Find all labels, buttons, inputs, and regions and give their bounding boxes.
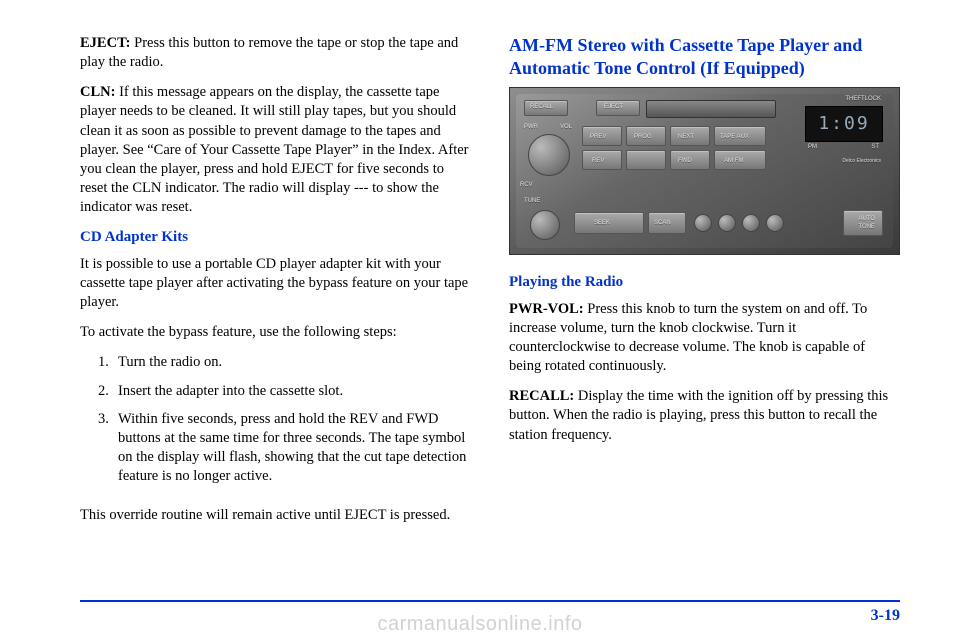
btn5: [626, 150, 666, 170]
tune-knob: [530, 210, 560, 240]
scan-label: SCAN: [654, 220, 671, 228]
rev-label: REV: [592, 158, 604, 166]
fwd-label: FWD: [678, 158, 692, 166]
display-value: 1:09: [818, 112, 869, 136]
footer-rule: [80, 600, 900, 602]
tune-label: TUNE: [524, 198, 540, 206]
st-label: ST: [871, 144, 879, 152]
eject-label: EJECT:: [80, 35, 131, 51]
recall-label: RECALL: [530, 104, 553, 112]
recall-label-p: RECALL:: [509, 388, 574, 404]
seek-label: SEEK: [594, 220, 610, 228]
amfm-label: AM FM: [724, 158, 743, 166]
eject-text: Press this button to remove the tape or …: [80, 35, 458, 70]
step-text: Within five seconds, press and hold the …: [118, 410, 471, 487]
heading-playing-radio: Playing the Radio: [509, 273, 900, 293]
para-cd1: It is possible to use a portable CD play…: [80, 255, 471, 312]
brand-label: Delco Electronics: [842, 158, 881, 165]
para-pwrvol: PWR-VOL: Press this knob to turn the sys…: [509, 300, 900, 377]
para-override: This override routine will remain active…: [80, 506, 471, 525]
rcv-label: RCV: [520, 182, 533, 190]
para-eject: EJECT: Press this button to remove the t…: [80, 34, 471, 72]
vol-label: VOL: [560, 124, 572, 132]
left-column: EJECT: Press this button to remove the t…: [80, 34, 471, 536]
right-column: AM-FM Stereo with Cassette Tape Player a…: [509, 34, 900, 536]
step-text: Insert the adapter into the cassette slo…: [118, 382, 343, 401]
heading-main: AM-FM Stereo with Cassette Tape Player a…: [509, 34, 900, 79]
tone-knob-3: [742, 214, 760, 232]
step-item: 3. Within five seconds, press and hold t…: [98, 410, 471, 487]
radio-image: RECALL EJECT THEFTLOCK 1:09 PM ST Delco …: [509, 87, 900, 255]
radio-panel: RECALL EJECT THEFTLOCK 1:09 PM ST Delco …: [516, 94, 893, 248]
para-cd2: To activate the bypass feature, use the …: [80, 323, 471, 342]
step-number: 2.: [98, 382, 118, 401]
tone-knob-4: [766, 214, 784, 232]
tone-knob-2: [718, 214, 736, 232]
pwr-vol-knob: [528, 134, 570, 176]
prev-label: PREV: [590, 134, 606, 142]
auto-tone-label: AUTO TONE: [858, 216, 875, 232]
tape-label: TAPE AUX: [720, 134, 749, 142]
step-item: 1. Turn the radio on.: [98, 353, 471, 372]
para-recall: RECALL: Display the time with the igniti…: [509, 387, 900, 444]
step-number: 3.: [98, 410, 118, 487]
theftlock-label: THEFTLOCK: [845, 96, 881, 104]
prog-label: PROG: [634, 134, 652, 142]
step-text: Turn the radio on.: [118, 353, 222, 372]
eject-label-btn: EJECT: [604, 104, 623, 112]
cassette-slot: [646, 100, 776, 118]
next-label: NEXT: [678, 134, 694, 142]
radio-display: 1:09: [805, 106, 883, 142]
heading-cd-adapter: CD Adapter Kits: [80, 228, 471, 248]
cln-text: If this message appears on the display, …: [80, 84, 469, 215]
step-item: 2. Insert the adapter into the cassette …: [98, 382, 471, 401]
watermark: carmanualsonline.info: [0, 611, 960, 637]
cln-label: CLN:: [80, 84, 115, 100]
tone-knob-1: [694, 214, 712, 232]
para-cln: CLN: If this message appears on the disp…: [80, 83, 471, 217]
pwrvol-label: PWR-VOL:: [509, 301, 584, 317]
page-content: EJECT: Press this button to remove the t…: [0, 0, 960, 586]
pwr-label: PWR: [524, 124, 538, 132]
pm-label: PM: [808, 144, 817, 152]
step-number: 1.: [98, 353, 118, 372]
steps-list: 1. Turn the radio on. 2. Insert the adap…: [80, 353, 471, 495]
